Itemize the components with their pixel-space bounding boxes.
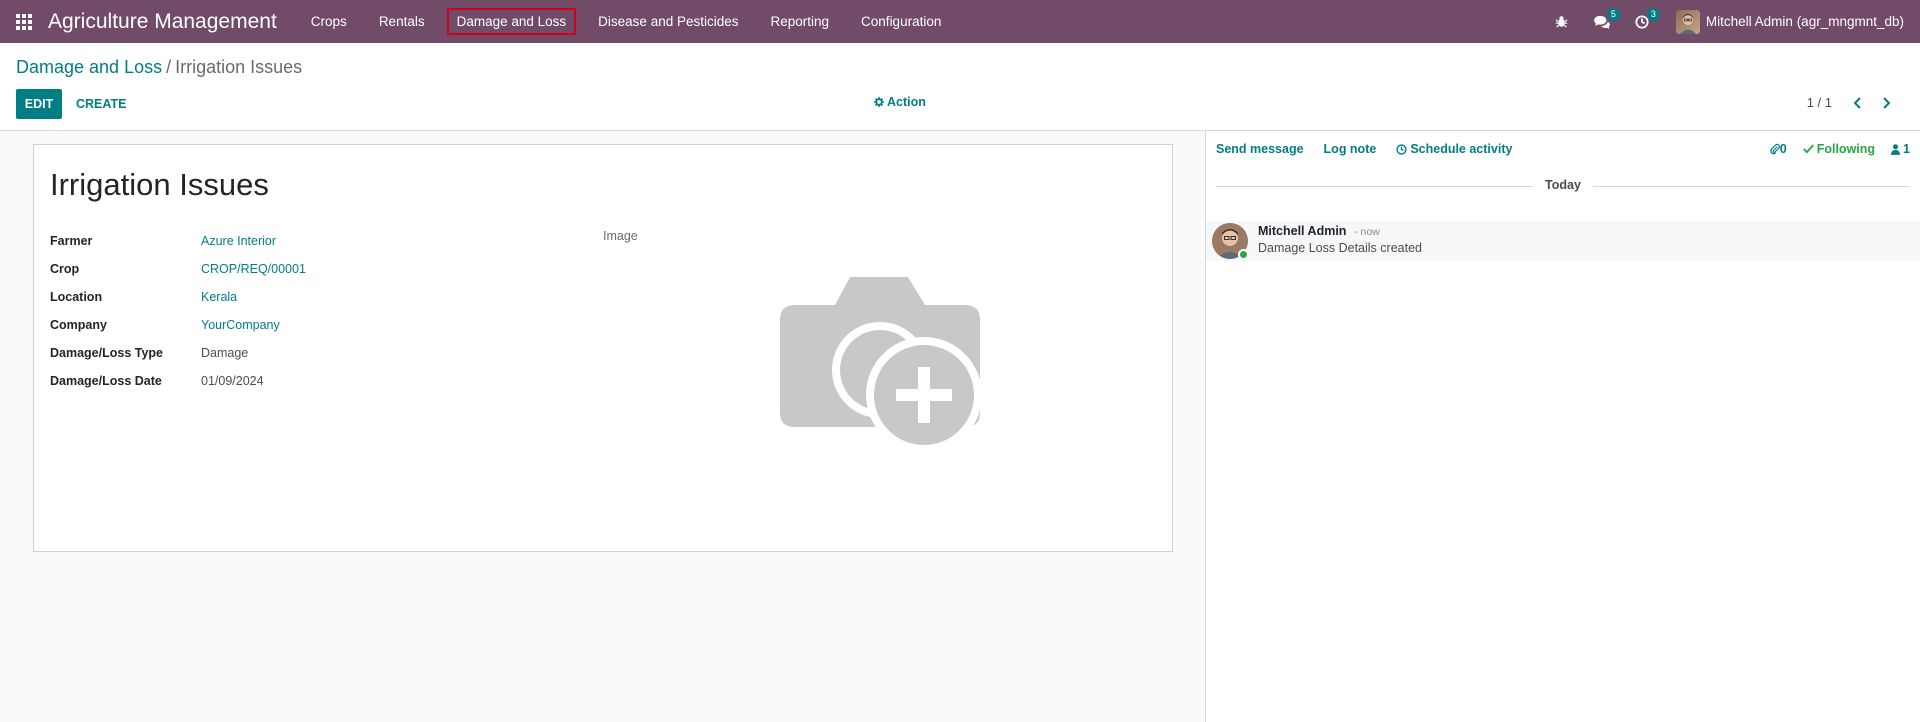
- paperclip-icon: [1770, 143, 1780, 155]
- apps-menu-icon[interactable]: [0, 0, 48, 43]
- field-row-crop: Crop CROP/REQ/00001: [50, 255, 306, 283]
- breadcrumb: Damage and Loss / Irrigation Issues: [16, 57, 302, 78]
- breadcrumb-parent-link[interactable]: Damage and Loss: [16, 57, 162, 77]
- chevron-left-icon: [1853, 97, 1861, 109]
- chevron-right-icon: [1883, 97, 1891, 109]
- messages-badge: 5: [1606, 8, 1620, 21]
- action-label: Action: [887, 95, 926, 109]
- menu-reporting[interactable]: Reporting: [761, 8, 840, 35]
- gear-icon: [874, 97, 884, 107]
- breadcrumb-current: Irrigation Issues: [175, 57, 303, 77]
- edit-button[interactable]: EDIT: [16, 89, 62, 119]
- send-message-button[interactable]: Send message: [1216, 142, 1304, 156]
- message-author-avatar[interactable]: [1212, 223, 1249, 260]
- menu-disease-and-pesticides[interactable]: Disease and Pesticides: [588, 8, 748, 35]
- image-upload-placeholder[interactable]: [780, 275, 982, 453]
- pager-value[interactable]: 1 / 1: [1807, 95, 1832, 110]
- activities-clock-icon[interactable]: 3: [1622, 0, 1662, 43]
- chatter-panel: Send message Log note Schedule activity …: [1206, 131, 1920, 722]
- chatter-topbar: Send message Log note Schedule activity …: [1216, 139, 1910, 159]
- user-menu[interactable]: Mitchell Admin (agr_mngmnt_db): [1675, 9, 1904, 34]
- farmer-value-link[interactable]: Azure Interior: [201, 234, 276, 248]
- messages-icon[interactable]: 5: [1582, 0, 1622, 43]
- company-value-link[interactable]: YourCompany: [201, 318, 280, 332]
- chatter-message: Mitchell Admin - now Damage Loss Details…: [1206, 221, 1920, 261]
- user-avatar: [1675, 9, 1700, 34]
- debug-bug-icon[interactable]: [1542, 0, 1582, 43]
- field-row-farmer: Farmer Azure Interior: [50, 227, 306, 255]
- message-time: - now: [1354, 226, 1380, 238]
- user-icon: [1891, 143, 1901, 155]
- location-value-link[interactable]: Kerala: [201, 290, 237, 304]
- navbar-systray: 5 3 Mitchell Admin (agr_mngmnt_db): [1542, 0, 1920, 43]
- form-sheet: Irrigation Issues Farmer Azure Interior …: [33, 144, 1173, 552]
- schedule-activity-label: Schedule activity: [1410, 142, 1513, 156]
- main-menu: Crops Rentals Damage and Loss Disease an…: [295, 0, 958, 43]
- followers-button[interactable]: 1: [1891, 142, 1910, 156]
- message-author[interactable]: Mitchell Admin: [1258, 224, 1346, 238]
- following-label: Following: [1816, 142, 1876, 156]
- action-dropdown[interactable]: Action: [874, 95, 926, 109]
- menu-damage-and-loss[interactable]: Damage and Loss: [446, 8, 577, 35]
- breadcrumb-separator: /: [166, 57, 172, 77]
- attachments-button[interactable]: 0: [1770, 142, 1787, 156]
- date-divider-label: Today: [1533, 178, 1593, 192]
- camera-add-icon: [780, 277, 982, 453]
- menu-crops[interactable]: Crops: [301, 8, 357, 35]
- field-label: Damage/Loss Date: [50, 374, 162, 388]
- damage-loss-date-value: 01/09/2024: [201, 374, 264, 388]
- field-label: Crop: [50, 262, 80, 276]
- field-row-company: Company YourCompany: [50, 311, 306, 339]
- menu-configuration[interactable]: Configuration: [851, 8, 951, 35]
- field-row-location: Location Kerala: [50, 283, 306, 311]
- app-title[interactable]: Agriculture Management: [48, 10, 277, 34]
- control-panel: Damage and Loss / Irrigation Issues EDIT C…: [0, 43, 1920, 131]
- form-fields: Farmer Azure Interior Crop CROP/REQ/0000…: [50, 227, 306, 395]
- field-label: Company: [50, 318, 107, 332]
- attachments-count: 0: [1779, 142, 1787, 156]
- clock-icon: [1396, 143, 1407, 155]
- field-label: Farmer: [50, 234, 93, 248]
- field-label: Location: [50, 290, 103, 304]
- top-navbar: Agriculture Management Crops Rentals Dam…: [0, 0, 1920, 43]
- damage-loss-type-value: Damage: [201, 346, 249, 360]
- following-button[interactable]: Following: [1802, 142, 1876, 156]
- field-row-damage-loss-type: Damage/Loss Type Damage: [50, 339, 306, 367]
- content-area: Irrigation Issues Farmer Azure Interior …: [0, 131, 1920, 722]
- pager-next-button[interactable]: [1874, 91, 1898, 115]
- message-body: Mitchell Admin - now Damage Loss Details…: [1258, 221, 1422, 261]
- form-view: Irrigation Issues Farmer Azure Interior …: [0, 131, 1206, 722]
- schedule-activity-button[interactable]: Schedule activity: [1396, 142, 1512, 156]
- activities-badge: 3: [1646, 8, 1660, 21]
- crop-value-link[interactable]: CROP/REQ/00001: [201, 262, 306, 276]
- field-label: Damage/Loss Type: [50, 346, 164, 360]
- user-name: Mitchell Admin (agr_mngmnt_db): [1705, 14, 1904, 29]
- message-text: Damage Loss Details created: [1258, 241, 1422, 255]
- followers-count: 1: [1903, 142, 1910, 156]
- menu-rentals[interactable]: Rentals: [369, 8, 435, 35]
- log-note-button[interactable]: Log note: [1324, 142, 1377, 156]
- chatter-stats: 0 Following 1: [1754, 142, 1910, 156]
- online-status-indicator: [1238, 249, 1249, 260]
- pager-previous-button[interactable]: [1846, 91, 1870, 115]
- create-button[interactable]: CREATE: [76, 89, 126, 119]
- field-row-damage-loss-date: Damage/Loss Date 01/09/2024: [50, 367, 306, 395]
- image-field-label: Image: [603, 229, 638, 243]
- record-title: Irrigation Issues: [50, 167, 269, 202]
- check-icon: [1802, 144, 1814, 154]
